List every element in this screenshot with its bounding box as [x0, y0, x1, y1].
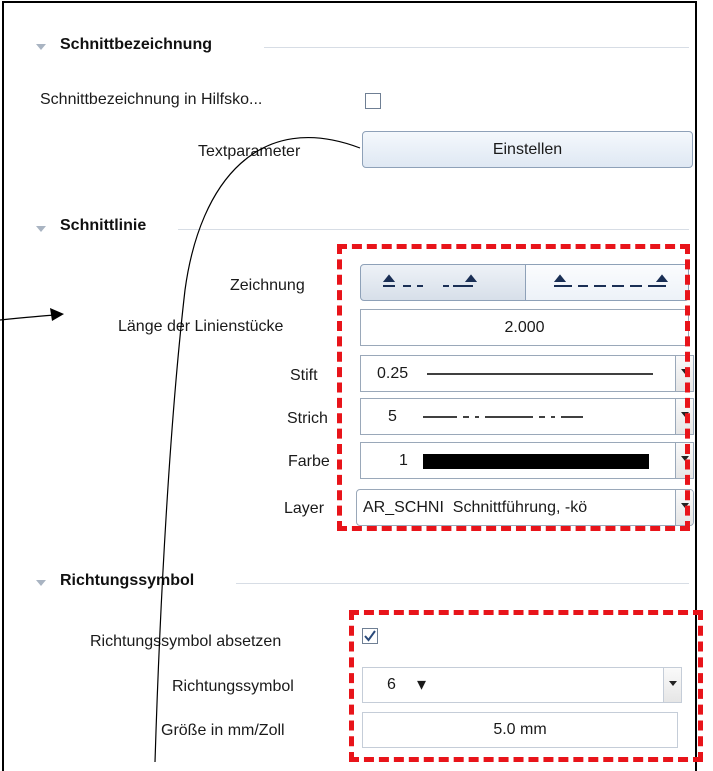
annotation-arrows [0, 137, 361, 762]
arrowhead-icon [50, 308, 64, 321]
